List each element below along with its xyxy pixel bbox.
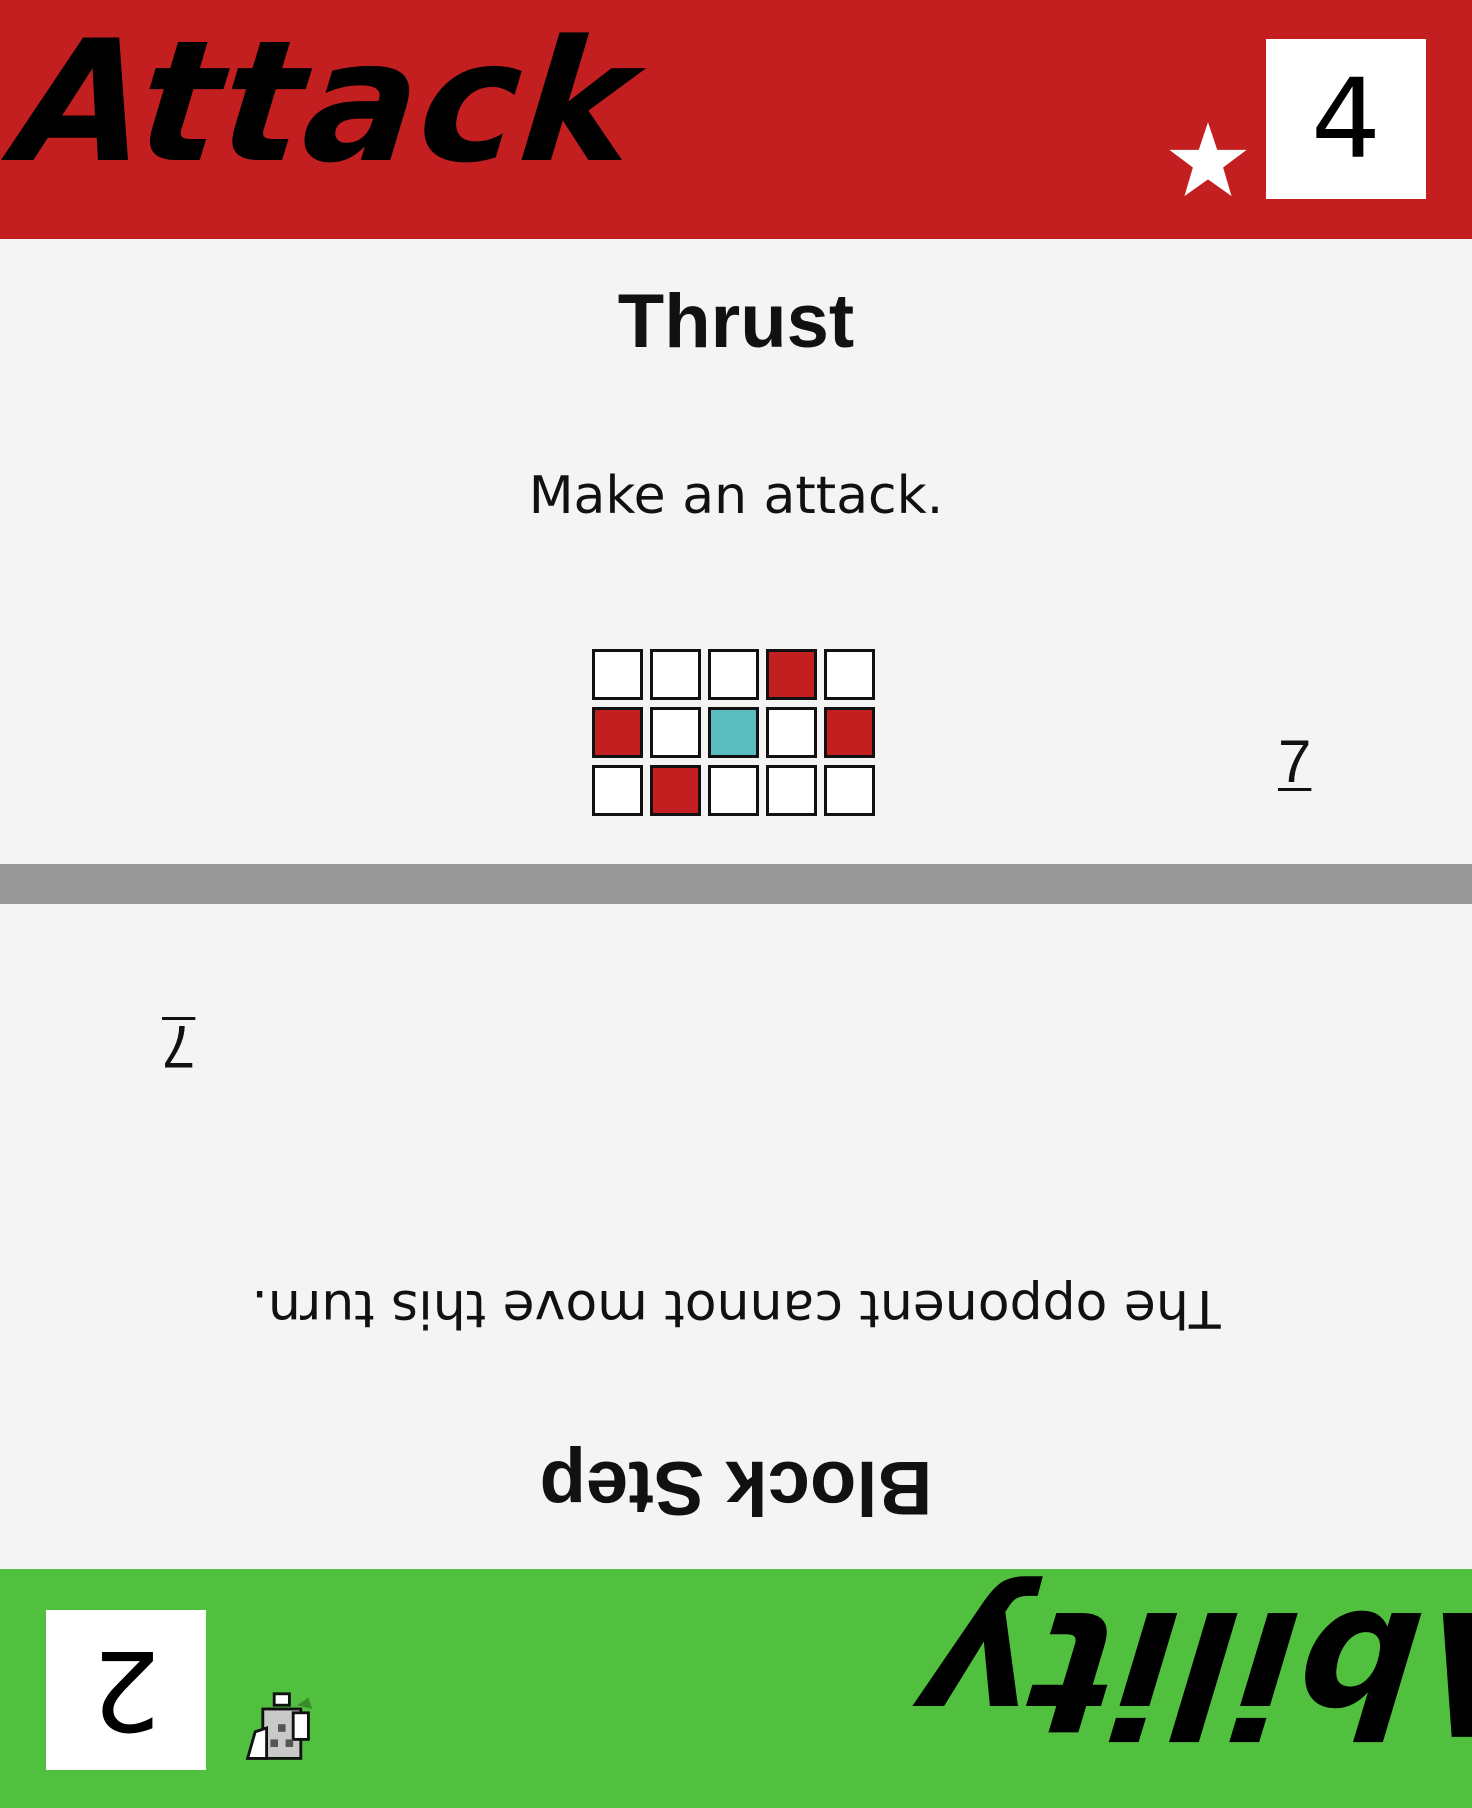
range-cell-empty	[708, 649, 759, 700]
attack-speed-value: 7	[1278, 728, 1312, 795]
range-cell-hit	[824, 707, 875, 758]
range-cell-empty	[650, 649, 701, 700]
range-cell-empty	[824, 765, 875, 816]
range-cell-hit	[766, 649, 817, 700]
attack-range-grid	[592, 649, 875, 816]
range-cell-empty	[592, 649, 643, 700]
range-cell-empty	[824, 649, 875, 700]
range-cell-empty	[592, 765, 643, 816]
ability-card-title: Block Step	[539, 1445, 933, 1530]
ability-cost-box: 2	[46, 1610, 206, 1770]
range-cell-hit	[592, 707, 643, 758]
attack-card-description: Make an attack.	[528, 466, 944, 526]
attack-card-title: Thrust	[617, 279, 855, 364]
card-divider	[0, 864, 1472, 904]
ability-speed-value: 7	[162, 1013, 196, 1080]
range-cell-self	[708, 707, 759, 758]
character-icon	[245, 1692, 313, 1760]
attack-cost-box: 4	[1266, 39, 1426, 199]
star-icon	[1169, 122, 1247, 197]
ability-type-label: Ability	[909, 1572, 1472, 1770]
range-cell-empty	[766, 707, 817, 758]
attack-type-label: Attack	[7, 4, 647, 200]
ability-card-description: The opponent cannot move this turn.	[251, 1278, 1221, 1338]
range-cell-empty	[708, 765, 759, 816]
range-cell-hit	[650, 765, 701, 816]
range-cell-empty	[766, 765, 817, 816]
range-cell-empty	[650, 707, 701, 758]
